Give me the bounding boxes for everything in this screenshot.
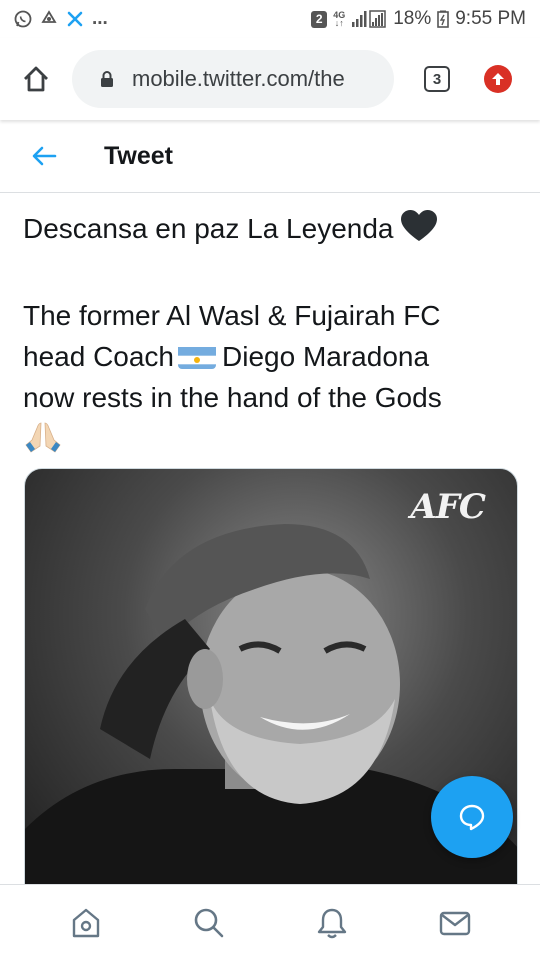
browser-toolbar: mobile.twitter.com/the 3 xyxy=(0,38,540,120)
compose-reply-icon xyxy=(459,804,485,831)
x-icon xyxy=(66,10,84,28)
battery-percent: 18% xyxy=(393,8,432,29)
black-heart-icon xyxy=(400,209,438,254)
tweet-text-line: The former Al Wasl & Fujairah FC xyxy=(23,300,441,331)
tweet-text-line: Diego Maradona xyxy=(222,341,430,372)
battery-icon xyxy=(437,10,450,28)
nav-search[interactable] xyxy=(179,893,239,953)
tweet-text-line: head Coach xyxy=(23,341,175,372)
browser-home-button[interactable] xyxy=(14,57,58,101)
status-left-icons: ... xyxy=(14,8,108,30)
nav-messages[interactable] xyxy=(425,893,485,953)
tweet-header: Tweet xyxy=(0,120,540,193)
reply-compose-fab[interactable] xyxy=(431,776,513,858)
argentina-flag-icon xyxy=(178,343,217,369)
tweet-line: The former Al Wasl & Fujairah FC xyxy=(23,295,518,336)
whatsapp-icon xyxy=(14,10,32,28)
status-time: 9:55 PM xyxy=(455,8,526,29)
tweet-text: Descansa en paz La Leyenda The former Al… xyxy=(23,208,518,465)
more-notifications-indicator: ... xyxy=(92,8,108,29)
status-bar: ... 2 4G ↓↑ 18% 9:55 PM xyxy=(0,0,540,38)
notification-count-badge: 2 xyxy=(311,10,328,28)
update-arrow-icon xyxy=(492,73,504,85)
afc-logo: AFC xyxy=(410,487,486,527)
tweet-text-line: now rests in the hand of the Gods xyxy=(23,382,442,413)
lock-icon xyxy=(101,71,113,87)
bottom-navigation xyxy=(0,884,540,960)
messages-envelope-icon xyxy=(439,911,470,935)
tweet-line: Descansa en paz La Leyenda xyxy=(23,208,518,254)
network-type-badge: 4G ↓↑ xyxy=(333,10,346,28)
tweet-text-line: Descansa en paz La Leyenda xyxy=(23,213,394,244)
tweet-line: head Coach Diego Maradona xyxy=(23,336,518,377)
search-icon xyxy=(194,908,223,937)
nav-home[interactable] xyxy=(56,893,116,953)
tab-switcher-button[interactable]: 3 xyxy=(424,66,450,92)
back-button[interactable] xyxy=(22,134,66,178)
nav-notifications[interactable] xyxy=(302,893,362,953)
home-icon xyxy=(72,908,99,937)
tweet-line: now rests in the hand of the Gods xyxy=(23,377,518,418)
signal-icon xyxy=(351,10,387,28)
page-title: Tweet xyxy=(104,141,173,170)
folded-hands-icon xyxy=(23,420,63,465)
address-bar[interactable]: mobile.twitter.com/the xyxy=(72,50,394,108)
recycle-icon xyxy=(40,10,58,28)
back-arrow-icon xyxy=(32,146,57,166)
tweet-line xyxy=(23,418,518,465)
status-right-icons: 2 4G ↓↑ 18% 9:55 PM xyxy=(311,8,526,30)
update-button[interactable] xyxy=(484,65,512,93)
url-text: mobile.twitter.com/the xyxy=(132,66,345,91)
home-icon xyxy=(24,66,48,92)
notifications-bell-icon xyxy=(317,908,346,938)
